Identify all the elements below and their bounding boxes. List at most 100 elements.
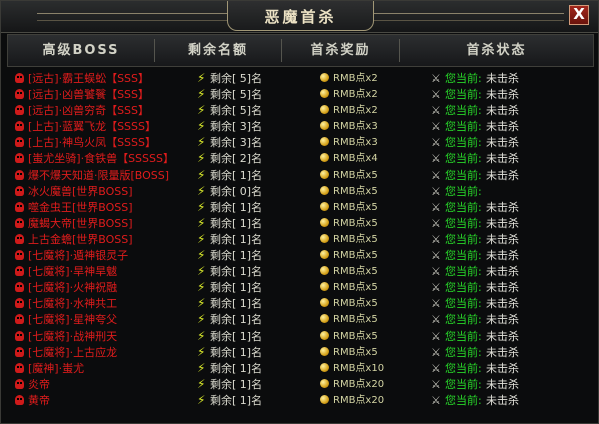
skull-icon — [15, 121, 24, 132]
boss-name: 炎帝 — [28, 377, 50, 391]
table-row[interactable]: [蚩尤坐骑]·食铁兽【SSSSS】 ⚡ 剩余[ 2]名 RMB点x4 ⚔ 您当前: 未击杀 — [11, 150, 594, 166]
header-status: 首杀状态 — [466, 43, 527, 58]
crossed-swords-icon: ⚔ — [431, 120, 441, 134]
boss-name: [七魔将]·上古应龙 — [28, 345, 118, 359]
remaining-slots: 剩余[ 1]名 — [210, 200, 263, 214]
table-row[interactable]: 魔蝎大帝[世界BOSS] ⚡ 剩余[ 1]名 RMB点x5 ⚔ 您当前: 未击杀 — [11, 215, 594, 231]
skull-icon — [15, 362, 24, 373]
gold-coin-icon — [320, 121, 329, 131]
boss-name: [七魔将]·遁神银灵子 — [28, 249, 129, 263]
table-row[interactable]: 噬金虫王[世界BOSS] ⚡ 剩余[ 1]名 RMB点x5 ⚔ 您当前: 未击杀 — [11, 199, 594, 215]
table-row[interactable]: [远古]·霸王蜈蚣【SSS】 ⚡ 剩余[ 5]名 RMB点x2 ⚔ 您当前: 未击杀 — [11, 70, 594, 86]
remaining-slots: 剩余[ 5]名 — [210, 72, 263, 85]
reward-amount: RMB点x5 — [333, 298, 378, 310]
remaining-slots: 剩余[ 1]名 — [210, 377, 263, 391]
table-row[interactable]: [七魔将]·旱神旱魃 ⚡ 剩余[ 1]名 RMB点x5 ⚔ 您当前: 未击杀 — [11, 263, 594, 279]
status-prefix: 您当前: — [445, 281, 482, 295]
gold-coin-icon — [320, 89, 329, 99]
reward-amount: RMB点x5 — [333, 346, 378, 358]
remaining-slots: 剩余[ 0]名 — [210, 184, 263, 198]
remaining-slots: 剩余[ 1]名 — [210, 393, 263, 407]
table-row[interactable]: [七魔将]·战神刑天 ⚡ 剩余[ 1]名 RMB点x5 ⚔ 您当前: 未击杀 — [11, 328, 594, 344]
table-row[interactable]: [七魔将]·遁神银灵子 ⚡ 剩余[ 1]名 RMB点x5 ⚔ 您当前: 未击杀 — [11, 247, 594, 263]
title-bar[interactable]: 恶魔首杀 X — [1, 1, 598, 33]
skull-icon — [15, 330, 24, 341]
table-row[interactable]: [上古]·神鸟火凤【SSSS】 ⚡ 剩余[ 3]名 RMB点x3 ⚔ 您当前: 未击杀 — [11, 134, 594, 150]
lightning-icon: ⚡ — [197, 328, 206, 343]
window-title: 恶魔首杀 — [264, 8, 337, 26]
kill-status: 未击杀 — [486, 329, 519, 343]
header-remaining: 剩余名额 — [187, 43, 248, 58]
table-row[interactable]: 黄帝 ⚡ 剩余[ 1]名 RMB点x20 ⚔ 您当前: 未击杀 — [11, 392, 594, 408]
gold-coin-icon — [320, 346, 329, 356]
lightning-icon: ⚡ — [197, 360, 206, 375]
boss-name: [蚩尤坐骑]·食铁兽【SSSSS】 — [28, 152, 174, 166]
status-prefix: 您当前: — [445, 345, 482, 359]
boss-name: [七魔将]·水神共工 — [28, 297, 118, 311]
lightning-icon: ⚡ — [197, 280, 206, 295]
kill-status: 未击杀 — [486, 216, 519, 230]
reward-amount: RMB点x2 — [333, 105, 378, 117]
table-header: 高级BOSS 剩余名额 首杀奖励 首杀状态 — [7, 34, 594, 67]
lightning-icon: ⚡ — [197, 392, 206, 407]
crossed-swords-icon: ⚔ — [431, 200, 441, 214]
gold-coin-icon — [320, 201, 329, 211]
kill-status: 未击杀 — [486, 361, 519, 375]
table-row[interactable]: 冰火魔兽[世界BOSS] ⚡ 剩余[ 0]名 RMB点x5 ⚔ 您当前: — [11, 183, 594, 199]
gold-coin-icon — [320, 250, 329, 260]
status-prefix: 您当前: — [445, 297, 482, 311]
gold-coin-icon — [320, 378, 329, 388]
close-button[interactable]: X — [569, 5, 589, 25]
status-prefix: 您当前: — [445, 265, 482, 279]
table-row[interactable]: [上古]·蓝翼飞龙【SSSS】 ⚡ 剩余[ 3]名 RMB点x3 ⚔ 您当前: 未击杀 — [11, 118, 594, 134]
gold-coin-icon — [320, 169, 329, 179]
table-row[interactable]: 上古金蟾[世界BOSS] ⚡ 剩余[ 1]名 RMB点x5 ⚔ 您当前: 未击杀 — [11, 231, 594, 247]
boss-name: [七魔将]·星神夸父 — [28, 313, 118, 327]
skull-icon — [15, 314, 24, 325]
boss-name: [远古]·凶兽饕餮【SSS】 — [28, 88, 150, 102]
kill-status: 未击杀 — [486, 345, 519, 359]
kill-status: 未击杀 — [486, 136, 519, 150]
reward-amount: RMB点x3 — [333, 137, 378, 149]
reward-amount: RMB点x2 — [333, 89, 378, 101]
gold-coin-icon — [320, 314, 329, 324]
reward-amount: RMB点x3 — [333, 121, 378, 133]
status-prefix: 您当前: — [445, 361, 482, 375]
boss-name: 爆不爆天知道·限量版[BOSS] — [28, 168, 170, 182]
table-row[interactable]: [远古]·凶兽穷奇【SSS】 ⚡ 剩余[ 5]名 RMB点x2 ⚔ 您当前: 未击杀 — [11, 102, 594, 118]
kill-status: 未击杀 — [486, 393, 519, 407]
remaining-slots: 剩余[ 1]名 — [210, 216, 263, 230]
crossed-swords-icon: ⚔ — [431, 393, 441, 407]
status-prefix: 您当前: — [445, 120, 482, 134]
table-row[interactable]: [七魔将]·上古应龙 ⚡ 剩余[ 1]名 RMB点x5 ⚔ 您当前: 未击杀 — [11, 344, 594, 360]
skull-icon — [15, 298, 24, 309]
reward-amount: RMB点x5 — [333, 250, 378, 262]
table-row[interactable]: [七魔将]·星神夸父 ⚡ 剩余[ 1]名 RMB点x5 ⚔ 您当前: 未击杀 — [11, 311, 594, 327]
gold-coin-icon — [320, 217, 329, 227]
lightning-icon: ⚡ — [197, 87, 206, 102]
status-prefix: 您当前: — [445, 393, 482, 407]
table-row[interactable]: [七魔将]·水神共工 ⚡ 剩余[ 1]名 RMB点x5 ⚔ 您当前: 未击杀 — [11, 295, 594, 311]
boss-first-kill-window: 恶魔首杀 X 高级BOSS 剩余名额 首杀奖励 首杀状态 [远古]·霸王蜈蚣【S… — [0, 0, 599, 424]
gold-coin-icon — [320, 73, 329, 82]
reward-amount: RMB点x5 — [333, 201, 378, 213]
remaining-slots: 剩余[ 1]名 — [210, 313, 263, 327]
table-row[interactable]: 爆不爆天知道·限量版[BOSS] ⚡ 剩余[ 1]名 RMB点x5 ⚔ 您当前: 未击杀 — [11, 167, 594, 183]
boss-name: 噬金虫王[世界BOSS] — [28, 200, 133, 214]
reward-amount: RMB点x2 — [333, 73, 378, 84]
table-row[interactable]: [七魔将]·火神祝融 ⚡ 剩余[ 1]名 RMB点x5 ⚔ 您当前: 未击杀 — [11, 279, 594, 295]
status-prefix: 您当前: — [445, 88, 482, 102]
lightning-icon: ⚡ — [197, 376, 206, 391]
table-row[interactable]: [远古]·凶兽饕餮【SSS】 ⚡ 剩余[ 5]名 RMB点x2 ⚔ 您当前: 未击杀 — [11, 86, 594, 102]
gold-coin-icon — [320, 298, 329, 308]
status-prefix: 您当前: — [445, 72, 482, 85]
crossed-swords-icon: ⚔ — [431, 72, 441, 85]
lightning-icon: ⚡ — [197, 248, 206, 263]
table-row[interactable]: 炎帝 ⚡ 剩余[ 1]名 RMB点x20 ⚔ 您当前: 未击杀 — [11, 376, 594, 392]
kill-status: 未击杀 — [486, 88, 519, 102]
table-row[interactable]: [魔神]·蚩尤 ⚡ 剩余[ 1]名 RMB点x10 ⚔ 您当前: 未击杀 — [11, 360, 594, 376]
boss-list: [远古]·霸王蜈蚣【SSS】 ⚡ 剩余[ 5]名 RMB点x2 ⚔ 您当前: 未击杀 [远古]… — [11, 70, 594, 408]
kill-status: 未击杀 — [486, 200, 519, 214]
reward-amount: RMB点x5 — [333, 233, 378, 245]
crossed-swords-icon: ⚔ — [431, 281, 441, 295]
